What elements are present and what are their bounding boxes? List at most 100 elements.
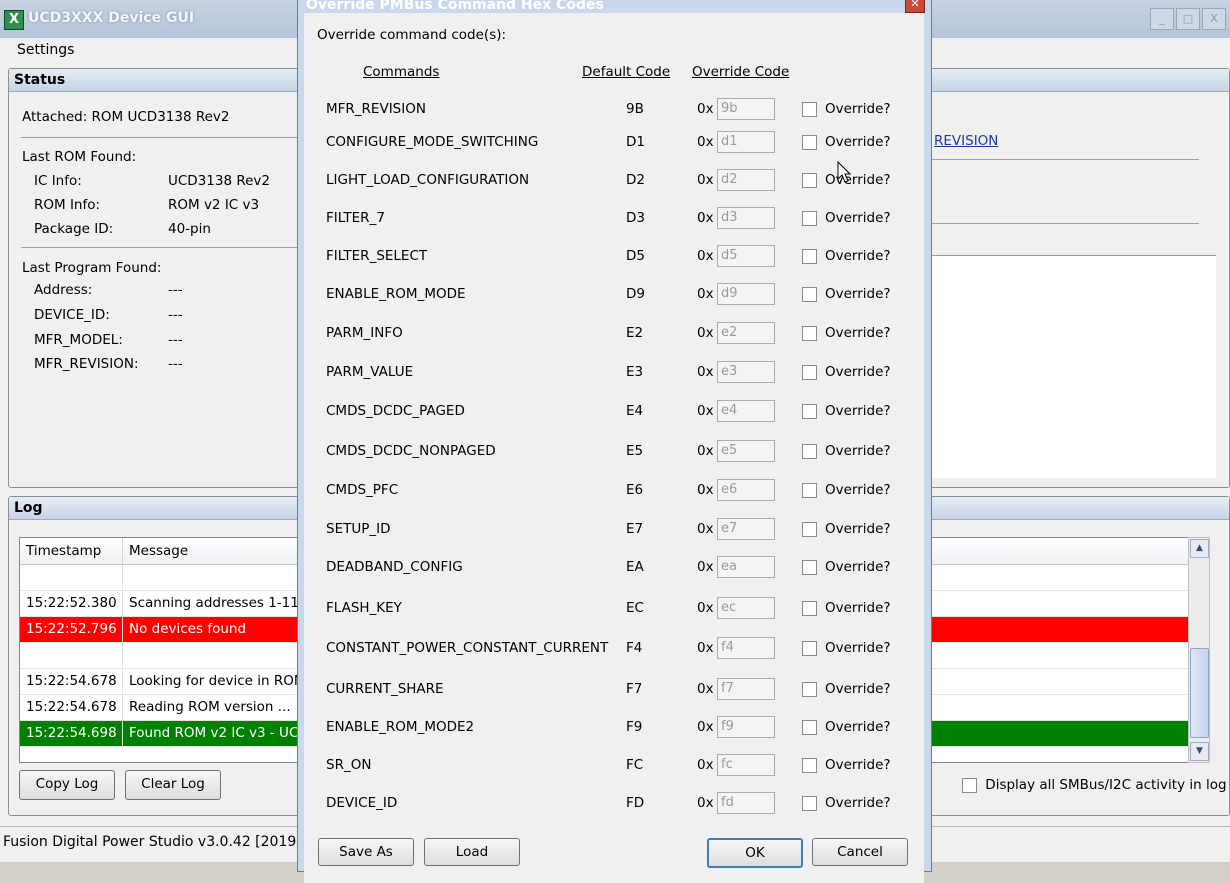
override-checkbox[interactable] xyxy=(802,640,817,656)
ok-button[interactable]: OK xyxy=(707,838,803,868)
override-option[interactable]: Override? xyxy=(802,286,891,302)
override-checkbox[interactable] xyxy=(802,559,817,575)
command-name: DEVICE_ID xyxy=(326,795,398,811)
override-code-input[interactable]: d5 xyxy=(717,245,775,267)
override-code-input[interactable]: f9 xyxy=(717,716,775,738)
default-code: EC xyxy=(626,600,644,616)
command-name: FILTER_SELECT xyxy=(326,248,428,264)
override-label: Override? xyxy=(825,101,891,117)
override-checkbox[interactable] xyxy=(802,364,817,380)
override-checkbox[interactable] xyxy=(802,403,817,419)
override-code-input[interactable]: f4 xyxy=(717,637,775,659)
override-checkbox[interactable] xyxy=(802,795,817,811)
divider xyxy=(21,247,301,248)
override-code-input[interactable]: d1 xyxy=(717,131,775,153)
scroll-down-icon[interactable]: ▼ xyxy=(1190,742,1209,761)
override-option[interactable]: Override? xyxy=(802,559,891,575)
override-checkbox[interactable] xyxy=(802,521,817,537)
override-option[interactable]: Override? xyxy=(802,101,891,117)
command-name: FLASH_KEY xyxy=(326,600,402,616)
override-checkbox[interactable] xyxy=(802,325,817,341)
override-option[interactable]: Override? xyxy=(802,757,891,773)
override-checkbox[interactable] xyxy=(802,248,817,264)
override-option[interactable]: Override? xyxy=(802,248,891,264)
override-option[interactable]: Override? xyxy=(802,403,891,419)
save-as-button[interactable]: Save As xyxy=(318,838,414,866)
command-name: PARM_INFO xyxy=(326,325,403,341)
commands-column-header: Commands xyxy=(363,64,440,80)
log-scrollbar[interactable]: ▲ ▼ xyxy=(1188,537,1210,763)
hex-prefix: 0x xyxy=(697,559,714,575)
override-code-input[interactable]: fd xyxy=(717,792,775,814)
override-label: Override? xyxy=(825,681,891,697)
override-checkbox[interactable] xyxy=(802,482,817,498)
scroll-up-icon[interactable]: ▲ xyxy=(1190,539,1209,558)
load-button[interactable]: Load xyxy=(424,838,520,866)
override-checkbox[interactable] xyxy=(802,210,817,226)
cancel-button[interactable]: Cancel xyxy=(812,838,908,866)
override-checkbox[interactable] xyxy=(802,681,817,697)
override-code-input[interactable]: e3 xyxy=(717,361,775,383)
override-option[interactable]: Override? xyxy=(802,364,891,380)
command-name: ENABLE_ROM_MODE2 xyxy=(326,719,475,735)
command-name: ENABLE_ROM_MODE xyxy=(326,286,466,302)
override-code-input[interactable]: 9b xyxy=(717,98,775,120)
dialog-close-icon[interactable]: ✕ xyxy=(905,0,925,13)
override-option[interactable]: Override? xyxy=(802,640,891,656)
override-option[interactable]: Override? xyxy=(802,325,891,341)
revision-link[interactable]: REVISION xyxy=(934,133,998,149)
override-option[interactable]: Override? xyxy=(802,681,891,697)
clear-log-button[interactable]: Clear Log xyxy=(125,770,221,800)
override-label: Override? xyxy=(825,719,891,735)
smbus-activity-checkbox[interactable] xyxy=(962,777,977,793)
override-option[interactable]: Override? xyxy=(802,443,891,459)
scroll-thumb[interactable] xyxy=(1190,648,1209,738)
mfr-model-value: --- xyxy=(168,332,183,348)
close-button[interactable]: X xyxy=(1202,8,1226,30)
override-option[interactable]: Override? xyxy=(802,600,891,616)
menu-settings[interactable]: Settings xyxy=(17,42,74,58)
override-code-input[interactable]: fc xyxy=(717,754,775,776)
override-checkbox[interactable] xyxy=(802,286,817,302)
override-checkbox[interactable] xyxy=(802,134,817,150)
override-option[interactable]: Override? xyxy=(802,134,891,150)
minimize-button[interactable]: _ xyxy=(1150,8,1174,30)
override-code-input[interactable]: e2 xyxy=(717,322,775,344)
default-code: F4 xyxy=(626,640,643,656)
address-value: --- xyxy=(168,282,183,298)
copy-log-button[interactable]: Copy Log xyxy=(19,770,115,800)
override-code-input[interactable]: e7 xyxy=(717,518,775,540)
override-option[interactable]: Override? xyxy=(802,795,891,811)
override-option[interactable]: Override? xyxy=(802,210,891,226)
override-code-input[interactable]: e5 xyxy=(717,440,775,462)
override-option[interactable]: Override? xyxy=(802,719,891,735)
override-checkbox[interactable] xyxy=(802,443,817,459)
smbus-activity-option[interactable]: Display all SMBus/I2C activity in log xyxy=(962,777,1227,793)
column-header-timestamp[interactable]: Timestamp xyxy=(20,538,123,564)
command-name: CONSTANT_POWER_CONSTANT_CURRENT xyxy=(326,640,609,656)
override-code-input[interactable]: d9 xyxy=(717,283,775,305)
override-checkbox[interactable] xyxy=(802,101,817,117)
override-checkbox[interactable] xyxy=(802,172,817,188)
override-option[interactable]: Override? xyxy=(802,482,891,498)
override-option[interactable]: Override? xyxy=(802,521,891,537)
hex-prefix: 0x xyxy=(697,134,714,150)
override-code-input[interactable]: f7 xyxy=(717,678,775,700)
override-code-input[interactable]: e4 xyxy=(717,400,775,422)
override-checkbox[interactable] xyxy=(802,600,817,616)
override-code-input[interactable]: d2 xyxy=(717,169,775,191)
command-name: CMDS_DCDC_PAGED xyxy=(326,403,465,419)
hex-prefix: 0x xyxy=(697,482,714,498)
override-checkbox[interactable] xyxy=(802,719,817,735)
default-code: D5 xyxy=(626,248,645,264)
override-code-input[interactable]: ea xyxy=(717,556,775,578)
default-code: E4 xyxy=(626,403,644,419)
maximize-button[interactable]: □ xyxy=(1176,8,1200,30)
override-code-input[interactable]: d3 xyxy=(717,207,775,229)
default-code: EA xyxy=(626,559,644,575)
override-code-input[interactable]: ec xyxy=(717,597,775,619)
log-timestamp xyxy=(20,565,123,590)
default-code: D2 xyxy=(626,172,645,188)
override-checkbox[interactable] xyxy=(802,757,817,773)
override-code-input[interactable]: e6 xyxy=(717,479,775,501)
